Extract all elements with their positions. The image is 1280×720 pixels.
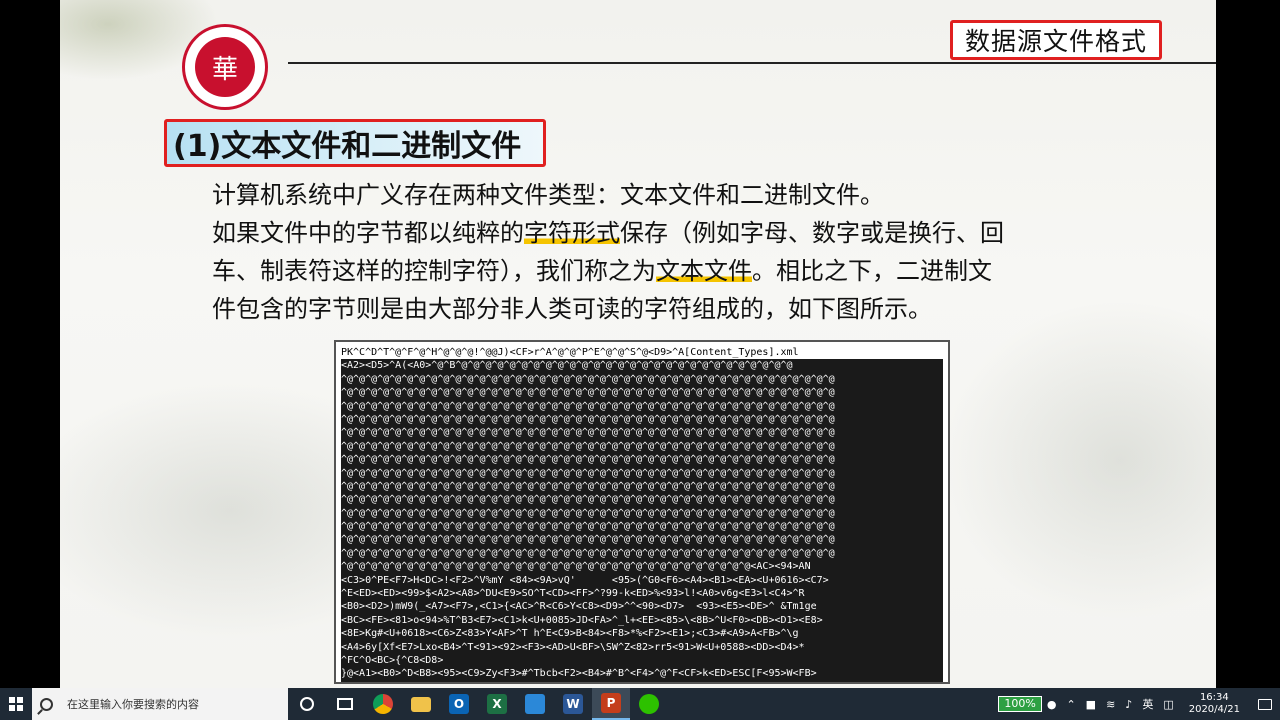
search-icon (40, 697, 53, 711)
hex-line: PK^C^D^T^@^F^@^H^@^@^@!^@@J)<CF>r^A^@^@^… (341, 347, 799, 358)
taskbar-excel[interactable]: X (478, 688, 516, 720)
hex-line: ^E<ED><ED><99>$<A2><A8>^DU<E9>SO^T<CD><F… (341, 587, 943, 601)
system-tray: 100% ● ⌃ ■ ≋ ♪ 英 ◫ 16:34 2020/4/21 (998, 688, 1280, 720)
hex-line: X[<8F>^N<FD><EC><FA><99>|<BA><B0><FE>pn}… (341, 680, 943, 682)
hex-line: ^@^@^@^@^@^@^@^@^@^@^@^@^@^@^@^@^@^@^@^@… (341, 520, 943, 534)
chrome-icon (373, 694, 393, 714)
hex-line: }@<A1><B0>^D<B8><95><C9>Zy<F3>#^Tbcb<F2>… (341, 667, 943, 681)
folder-icon (411, 696, 431, 712)
powerpoint-icon: P (601, 693, 621, 713)
hex-line: ^@^@^@^@^@^@^@^@^@^@^@^@^@^@^@^@^@^@^@^@… (341, 546, 943, 561)
notification-button[interactable] (1250, 698, 1280, 710)
search-placeholder: 在这里输入你要搜索的内容 (67, 698, 199, 711)
taskbar-file-explorer[interactable] (402, 688, 440, 720)
highlight-character-form: 字符形式 (524, 219, 620, 247)
notification-icon (1258, 698, 1272, 710)
hex-line: ^@^@^@^@^@^@^@^@^@^@^@^@^@^@^@^@^@^@^@^@… (341, 426, 943, 440)
hex-line: ^@^@^@^@^@^@^@^@^@^@^@^@^@^@^@^@^@^@^@^@… (341, 386, 943, 400)
taskbar-wechat[interactable] (630, 688, 668, 720)
clock-time: 16:34 (1199, 692, 1229, 703)
person-icon[interactable]: ● (1042, 698, 1062, 711)
hex-line: ^@^@^@^@^@^@^@^@^@^@^@^@^@^@^@^@^@^@^@^@… (341, 560, 943, 574)
binary-file-dump: PK^C^D^T^@^F^@^H^@^@^@!^@@J)<CF>r^A^@^@^… (334, 340, 950, 684)
hex-line: ^@^@^@^@^@^@^@^@^@^@^@^@^@^@^@^@^@^@^@^@… (341, 412, 943, 427)
taskbar-powerpoint[interactable]: P (592, 688, 630, 720)
text-span: 。相比之下，二进制文 (752, 257, 992, 285)
windows-icon (9, 697, 23, 711)
hex-line: ^@^@^@^@^@^@^@^@^@^@^@^@^@^@^@^@^@^@^@^@… (341, 399, 943, 413)
section-heading: (1)文本文件和二进制文件 (164, 119, 546, 167)
hex-line: <C3>0^PE<F7>H<DC>!<F2>^V%mY <84><9A>vQ' … (341, 573, 943, 588)
keyboard-icon[interactable]: ◫ (1158, 698, 1178, 711)
security-icon[interactable]: ■ (1081, 698, 1101, 711)
taskbar: 在这里输入你要搜索的内容 O X W P 100% ● ⌃ ■ ≋ ♪ 英 ◫ … (0, 688, 1280, 720)
hex-line: ^@^@^@^@^@^@^@^@^@^@^@^@^@^@^@^@^@^@^@^@… (341, 466, 943, 480)
start-button[interactable] (0, 688, 32, 720)
wechat-icon (639, 694, 659, 714)
right-letterbox (1216, 0, 1280, 688)
paragraph-line-3: 车、制表符这样的控制字符），我们称之为文本文件。相比之下，二进制文 (212, 252, 1072, 290)
word-icon: W (563, 694, 583, 714)
app-icon (525, 694, 545, 714)
taskbar-word[interactable]: W (554, 688, 592, 720)
hex-line: ^@^@^@^@^@^@^@^@^@^@^@^@^@^@^@^@^@^@^@^@… (341, 372, 943, 387)
task-view-button[interactable] (326, 688, 364, 720)
hex-line: <A2><D5>^A(<A0>^@^B^@^@^@^@^@^@^@^@^@^@^… (341, 359, 943, 373)
hex-line: ^@^@^@^@^@^@^@^@^@^@^@^@^@^@^@^@^@^@^@^@… (341, 533, 943, 547)
paragraph-line-1: 计算机系统中广义存在两种文件类型：文本文件和二进制文件。 (212, 181, 884, 209)
hex-line: ^FC^O<BC>{^C8<D8> (341, 653, 943, 668)
header-divider (288, 62, 1216, 64)
volume-icon[interactable]: ♪ (1120, 698, 1137, 711)
hex-line: ^@^@^@^@^@^@^@^@^@^@^@^@^@^@^@^@^@^@^@^@… (341, 506, 943, 521)
cortana-icon (300, 697, 314, 711)
task-view-icon (337, 698, 353, 710)
hex-line: ^@^@^@^@^@^@^@^@^@^@^@^@^@^@^@^@^@^@^@^@… (341, 479, 943, 494)
text-span: 车、制表符这样的控制字符），我们称之为 (212, 257, 656, 285)
hex-line: <A4>6y[Xf<E7>Lxo<B4>^T<91><92><F3><AD>U<… (341, 640, 943, 654)
chevron-up-icon[interactable]: ⌃ (1061, 698, 1080, 711)
hex-line: ^@^@^@^@^@^@^@^@^@^@^@^@^@^@^@^@^@^@^@^@… (341, 439, 943, 454)
paragraph-line-4: 件包含的字节则是由大部分非人类可读的字符组成的，如下图所示。 (212, 295, 932, 323)
excel-icon: X (487, 694, 507, 714)
cortana-button[interactable] (288, 688, 326, 720)
network-icon[interactable]: ≋ (1101, 698, 1120, 711)
outlook-icon: O (449, 694, 469, 714)
text-span: 保存（例如字母、数字或是换行、回 (620, 219, 1004, 247)
left-letterbox (0, 0, 60, 688)
battery-indicator[interactable]: 100% (998, 696, 1042, 712)
mountain-decoration-right (940, 300, 1216, 620)
university-logo: 華 (182, 24, 268, 110)
text-span: 如果文件中的字节都以纯粹的 (212, 219, 524, 247)
presentation-slide: 華 数据源文件格式 (1)文本文件和二进制文件 计算机系统中广义存在两种文件类型… (60, 0, 1216, 688)
taskbar-search[interactable]: 在这里输入你要搜索的内容 (32, 688, 288, 720)
highlight-text-file: 文本文件 (656, 257, 752, 285)
taskbar-chrome[interactable] (364, 688, 402, 720)
paragraph-line-2: 如果文件中的字节都以纯粹的字符形式保存（例如字母、数字或是换行、回 (212, 214, 1072, 252)
hex-line: <BC><FE><81>o<94>%T^B3<E7><C1>k<U+0085>J… (341, 613, 943, 628)
taskbar-app[interactable] (516, 688, 554, 720)
hex-line: ^@^@^@^@^@^@^@^@^@^@^@^@^@^@^@^@^@^@^@^@… (341, 493, 943, 507)
clock[interactable]: 16:34 2020/4/21 (1179, 692, 1250, 716)
hex-line: ^@^@^@^@^@^@^@^@^@^@^@^@^@^@^@^@^@^@^@^@… (341, 453, 943, 467)
hex-line: <B0><D2>)mW9(_<A7><F7>,<C1>{<AC>^R<C6>Y<… (341, 600, 943, 614)
slide-title: 数据源文件格式 (950, 20, 1162, 60)
body-text: 计算机系统中广义存在两种文件类型：文本文件和二进制文件。 如果文件中的字节都以纯… (212, 176, 1072, 328)
clock-date: 2020/4/21 (1188, 704, 1240, 715)
hex-line: <8E>Kg#<U+0618><C6>Z<83>Y<AF>^T h^E<C9>B… (341, 627, 943, 641)
taskbar-outlook[interactable]: O (440, 688, 478, 720)
ime-indicator[interactable]: 英 (1137, 696, 1158, 712)
logo-emblem-icon: 華 (195, 37, 255, 97)
